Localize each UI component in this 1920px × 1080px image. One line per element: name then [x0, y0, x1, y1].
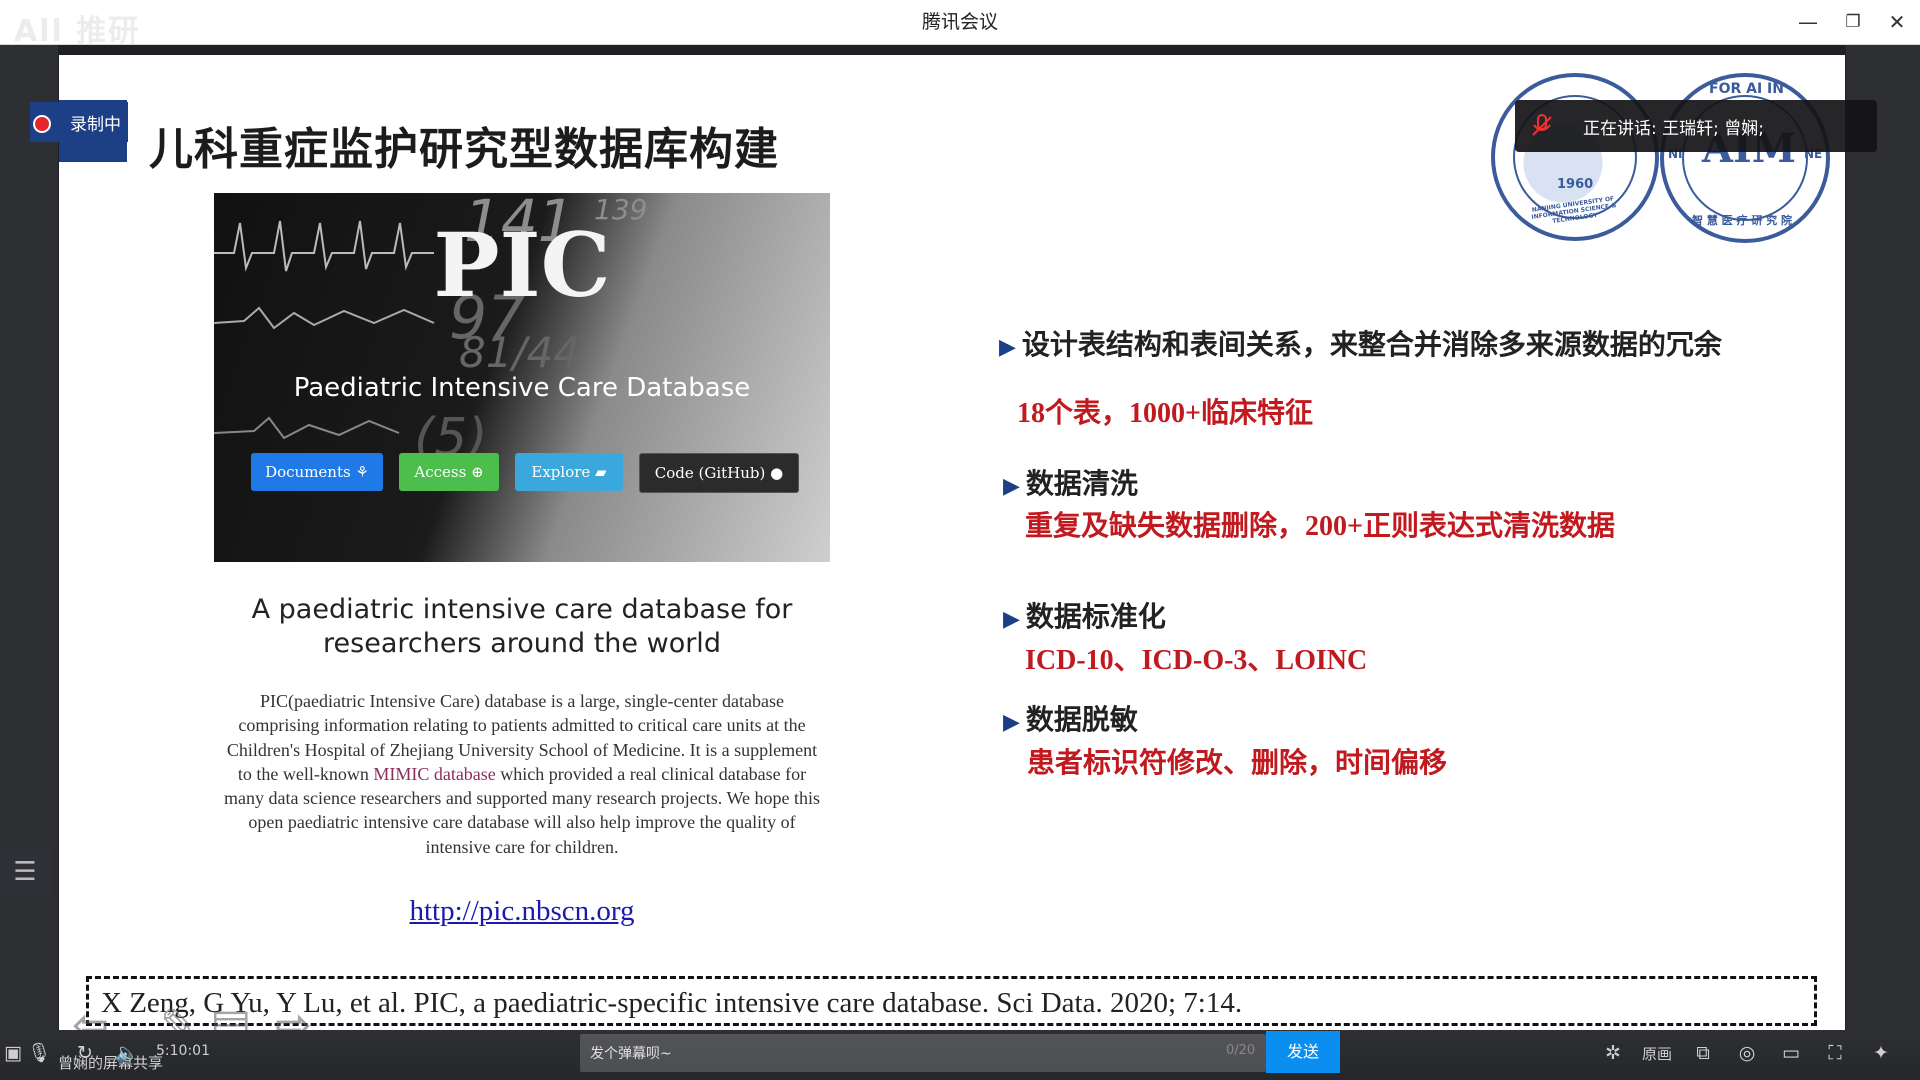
- screen-share-icon[interactable]: ▣: [0, 1041, 26, 1065]
- citation-box: X Zeng, G Yu, Y Lu, et al. PIC, a paedia…: [86, 976, 1817, 1026]
- replay-icon[interactable]: ↻: [72, 1041, 98, 1065]
- send-danmu-button[interactable]: 发送: [1266, 1031, 1340, 1073]
- more-options-icon[interactable]: ✦: [1868, 1041, 1894, 1065]
- member-list-icon[interactable]: ☰: [0, 848, 50, 896]
- danmu-placeholder: 发个弹幕呗~: [590, 1046, 672, 1062]
- close-button[interactable]: ✕: [1884, 9, 1910, 35]
- explore-button[interactable]: Explore ▰: [515, 453, 623, 491]
- fullscreen-icon[interactable]: ⛶: [1822, 1041, 1848, 1065]
- description-heading: A paediatric intensive care database for…: [251, 594, 793, 659]
- danmu-input[interactable]: [580, 1034, 1266, 1072]
- recording-dot-icon: [33, 115, 51, 133]
- bullet-3-text: 数据标准化: [1025, 600, 1166, 633]
- bullet-1-text: 设计表结构和表间关系，来整合并消除多来源数据的冗余: [1021, 328, 1722, 361]
- description-body: PIC(paediatric Intensive Care) database …: [224, 689, 820, 859]
- bullet-2-text: 数据清洗: [1025, 467, 1138, 500]
- microphone-icon[interactable]: 🎙: [26, 1041, 52, 1065]
- access-button[interactable]: Access ⊕: [399, 453, 499, 491]
- microphone-muted-icon: [1530, 113, 1554, 139]
- danmu-off-icon[interactable]: ✲: [1600, 1041, 1626, 1065]
- bullet-triangle-icon: ▶: [1003, 710, 1020, 735]
- university-seal-logo: 1960 NANJING UNIVERSITY OF INFORMATION S…: [1491, 73, 1659, 241]
- pic-banner-image: 141 139 97 81/44 (5) PIC Paediatric Inte…: [214, 193, 830, 562]
- pic-subtitle: Paediatric Intensive Care Database: [293, 373, 751, 403]
- minimize-button[interactable]: —: [1795, 9, 1821, 35]
- seal-year: 1960: [1557, 177, 1594, 192]
- documents-button[interactable]: Documents ⚘: [251, 453, 383, 491]
- aim-seal-logo: FOR AI IN AIM NI NE 智 慧 医 疗 研 究 院: [1660, 73, 1830, 243]
- bullet-triangle-icon: ▶: [999, 335, 1016, 360]
- aim-arc-bottom: 智 慧 医 疗 研 究 院: [1692, 214, 1792, 227]
- bullet-triangle-icon: ▶: [1003, 607, 1020, 632]
- bg-number-4: 81/44: [459, 328, 581, 377]
- app-title: 腾讯会议: [921, 11, 998, 33]
- speaking-text: 正在讲话: 王瑞轩; 曾娴;: [1583, 119, 1764, 139]
- recording-label: 录制中: [70, 115, 121, 135]
- title-bar: All 推研 腾讯会议 — ❐ ✕: [0, 0, 1920, 49]
- elapsed-time: 5:10:01: [156, 1043, 210, 1059]
- picture-in-picture-icon[interactable]: ⧉: [1690, 1041, 1716, 1065]
- translate-icon[interactable]: ◎: [1734, 1041, 1760, 1065]
- slide-title: 儿科重症监护研究型数据库构建: [149, 124, 779, 175]
- aim-arc-top: FOR AI IN: [1709, 81, 1784, 97]
- danmu-char-count: 0/20: [1226, 1043, 1256, 1058]
- bullet-4-heading: ▶ 数据脱敏: [1003, 698, 1138, 738]
- bullet-2-detail: 重复及缺失数据删除，200+正则表达式清洗数据: [1025, 511, 1615, 542]
- mimic-link[interactable]: MIMIC database: [373, 764, 495, 784]
- bullet-2-heading: ▶ 数据清洗: [1003, 462, 1138, 502]
- bullet-1-detail: 18个表，1000+临床特征: [1017, 398, 1313, 429]
- restore-button[interactable]: ❐: [1840, 9, 1866, 35]
- bullet-3-detail: ICD-10、ICD-O-3、LOINC: [1025, 645, 1368, 676]
- original-quality-label[interactable]: 原画: [1642, 1043, 1672, 1064]
- bullet-1-heading: ▶ 设计表结构和表间关系，来整合并消除多来源数据的冗余: [999, 323, 1722, 363]
- bullet-4-text: 数据脱敏: [1025, 703, 1138, 736]
- bullet-triangle-icon: ▶: [1003, 474, 1020, 499]
- pic-url-link[interactable]: http://pic.nbscn.org: [214, 895, 830, 928]
- bullet-4-detail: 患者标识符修改、删除，时间偏移: [1027, 748, 1448, 779]
- pic-headline: PIC: [433, 213, 611, 317]
- shared-slide: 儿科重症监护研究型数据库构建 1960 NANJING UNIVERSITY O…: [59, 55, 1845, 1040]
- volume-icon[interactable]: 🔈: [114, 1041, 140, 1065]
- bullet-3-heading: ▶ 数据标准化: [1003, 595, 1166, 635]
- subtitle-icon[interactable]: ▭: [1778, 1041, 1804, 1065]
- code-github-button[interactable]: Code (GitHub) ●: [639, 453, 799, 493]
- right-strip: [1846, 45, 1920, 1045]
